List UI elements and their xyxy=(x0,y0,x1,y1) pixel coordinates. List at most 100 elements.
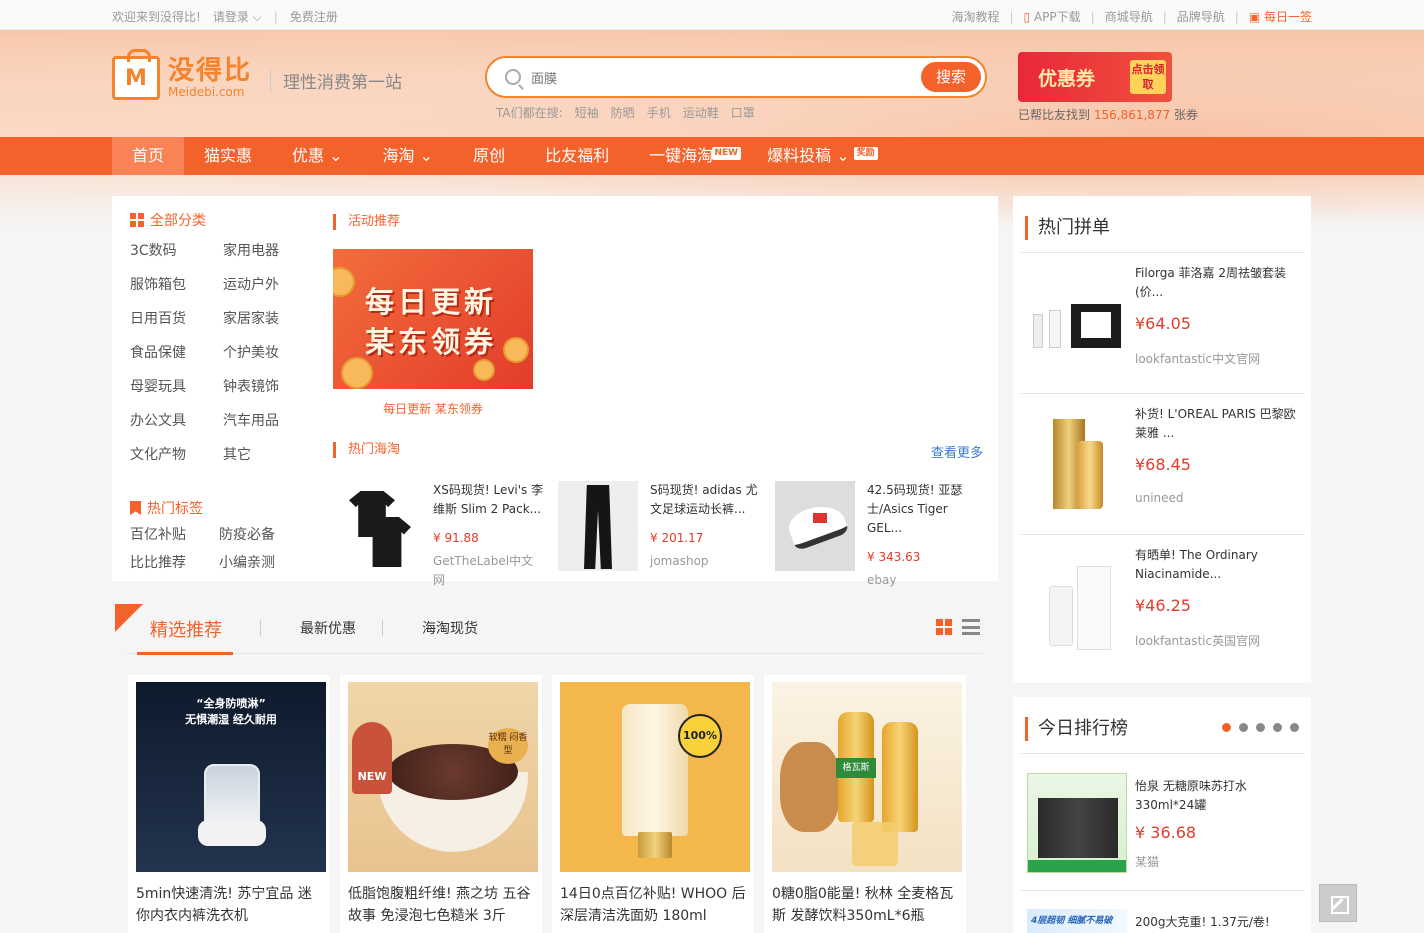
haitao-item[interactable]: 42.5码现货! 亚瑟士/Asics Tiger GEL... ¥ 343.63… xyxy=(767,481,984,587)
category-item[interactable]: 运动户外 xyxy=(223,274,310,294)
product-shop: jomashop xyxy=(650,554,709,568)
category-item[interactable]: 日用百货 xyxy=(130,308,223,328)
daily-signin-link[interactable]: ▣ 每日一签 xyxy=(1249,8,1312,25)
activity-caption[interactable]: 每日更新 某东领券 xyxy=(333,400,533,417)
hot-tag[interactable]: 百亿补贴 xyxy=(130,524,219,544)
nav-item-haitao[interactable]: 海淘 ⌄ xyxy=(363,137,454,175)
haitao-item[interactable]: XS码现货! Levi's 李维斯 Slim 2 Pack... ¥ 91.88… xyxy=(333,481,550,587)
hot-search-item[interactable]: 口罩 xyxy=(731,104,755,121)
site-logo[interactable]: M 没得比 Meidebi.com xyxy=(112,49,253,100)
category-item[interactable]: 汽车用品 xyxy=(223,410,310,430)
hot-search-item[interactable]: 短袖 xyxy=(575,104,599,121)
product-card[interactable]: 100% 14日0点百亿补贴! WHOO 后 深层清洁洗面奶 180ml xyxy=(552,675,754,933)
hot-search-item[interactable]: 防晒 xyxy=(611,104,635,121)
brand-nav-link[interactable]: 品牌导航 xyxy=(1177,8,1225,25)
haitao-item[interactable]: S码现货! adidas 尤文足球运动长裤... ¥ 201.17 jomash… xyxy=(550,481,767,571)
category-item[interactable]: 食品保健 xyxy=(130,342,223,362)
hot-tag[interactable]: 比比推荐 xyxy=(130,552,219,572)
nav-item-submit[interactable]: 爆料投稿 ⌄ 奖励 xyxy=(747,137,878,175)
category-item[interactable]: 家居家装 xyxy=(223,308,310,328)
hot-search-item[interactable]: 手机 xyxy=(647,104,671,121)
hot-group-item[interactable]: Filorga 菲洛嘉 2周祛皱套装 (价... ¥64.05 lookfant… xyxy=(1021,254,1305,394)
haitao-list: XS码现货! Levi's 李维斯 Slim 2 Pack... ¥ 91.88… xyxy=(333,481,984,587)
main-nav: 首页 猫实惠 优惠 ⌄ 海淘 ⌄ 原创 比友福利 一键海淘 NEW 爆料投稿 ⌄ 奖… xyxy=(0,137,1424,175)
category-list: 3C数码 家用电器 服饰箱包 运动户外 日用百货 家居家装 食品保健 个护美妆 … xyxy=(130,240,310,464)
category-item[interactable]: 母婴玩具 xyxy=(130,376,223,396)
product-shop: lookfantastic中文官网 xyxy=(1135,352,1261,366)
see-more-link[interactable]: 查看更多 xyxy=(931,442,983,461)
search-input[interactable] xyxy=(531,67,891,89)
ranking-item[interactable]: 怡泉 无糖原味苏打水330ml*24罐 ¥ 36.68 某猫 xyxy=(1021,767,1305,891)
coupon-banner[interactable]: 优惠券 点击领取 xyxy=(1018,52,1172,102)
grid-view-icon[interactable] xyxy=(936,619,952,635)
coin-icon xyxy=(333,267,355,297)
product-card[interactable]: NEW 软糯 闷香型 低脂饱腹粗纤维! 燕之坊 五谷故事 免浸泡七色糙米 3斤 xyxy=(340,675,542,933)
product-image xyxy=(1027,274,1127,374)
category-item[interactable]: 家用电器 xyxy=(223,240,310,260)
carousel-dot[interactable] xyxy=(1239,723,1248,732)
tab-featured[interactable]: 精选推荐 xyxy=(150,616,222,642)
carousel-dot[interactable] xyxy=(1290,723,1299,732)
hot-group-item[interactable]: 有晒单! The Ordinary Niacinamide... ¥46.25 … xyxy=(1021,536,1305,676)
search-box: 搜索 xyxy=(485,56,987,98)
nav-item-original[interactable]: 原创 xyxy=(453,137,525,175)
divider xyxy=(1021,252,1305,253)
app-download-link[interactable]: ▯ APP下载 xyxy=(1024,8,1081,25)
nav-item-deals[interactable]: 优惠 ⌄ xyxy=(272,137,363,175)
category-item[interactable]: 办公文具 xyxy=(130,410,223,430)
hot-tag[interactable]: 防疫必备 xyxy=(219,524,299,544)
product-image xyxy=(1027,556,1127,656)
nav-item-one-click-haitao[interactable]: 一键海淘 NEW xyxy=(629,137,742,175)
login-link[interactable]: 请登录 ⌵ xyxy=(213,8,262,25)
featured-tabs: 精选推荐 最新优惠 海淘现货 xyxy=(112,602,998,660)
register-link[interactable]: 免费注册 xyxy=(290,8,338,25)
guide-link[interactable]: 海淘教程 xyxy=(951,8,999,25)
coupon-claim-badge: 点击领取 xyxy=(1130,60,1166,94)
product-card[interactable]: “全身防喷淋” 无惧潮湿 经久耐用 5min快速清洗! 苏宁宜品 迷你内衣内裤洗衣… xyxy=(128,675,330,933)
nav-item-maoshihui[interactable]: 猫实惠 xyxy=(184,137,272,175)
product-price: ¥ 36.68 xyxy=(1135,823,1197,842)
corner-decoration xyxy=(115,604,143,632)
product-shop: 某猫 xyxy=(1135,855,1160,869)
product-card[interactable]: 格瓦斯 0糖0脂0能量! 秋林 全麦格瓦斯 发酵饮料350mL*6瓶 xyxy=(764,675,966,933)
logo-cn-text: 没得比 xyxy=(168,56,253,86)
product-title: 0糖0脂0能量! 秋林 全麦格瓦斯 发酵饮料350mL*6瓶 xyxy=(772,886,954,924)
nav-item-home[interactable]: 首页 xyxy=(112,137,185,175)
divider: | xyxy=(1090,9,1095,24)
list-view-icon[interactable] xyxy=(962,619,980,635)
coin-icon xyxy=(341,357,373,389)
mall-nav-link[interactable]: 商城导航 xyxy=(1105,8,1153,25)
tube-cap xyxy=(638,832,672,858)
tab-latest[interactable]: 最新优惠 xyxy=(300,618,356,638)
new-badge: NEW xyxy=(711,147,742,160)
activity-panel: 活动推荐 每日更新 某东领券 每日更新 某东领券 热门海淘 查看更多 XS码现货… xyxy=(318,196,998,587)
bookmark-icon xyxy=(130,501,141,515)
hot-group-item[interactable]: 补货! L'OREAL PARIS 巴黎欧莱雅 ... ¥68.45 unine… xyxy=(1021,395,1305,535)
category-item[interactable]: 服饰箱包 xyxy=(130,274,223,294)
carousel-dot[interactable] xyxy=(1222,723,1231,732)
carousel-dot[interactable] xyxy=(1273,723,1282,732)
search-button[interactable]: 搜索 xyxy=(921,62,981,92)
product-price: ¥46.25 xyxy=(1135,596,1191,615)
product-title: 5min快速清洗! 苏宁宜品 迷你内衣内裤洗衣机 xyxy=(136,886,312,924)
category-item[interactable]: 3C数码 xyxy=(130,240,223,260)
product-image xyxy=(341,481,421,571)
edit-icon[interactable] xyxy=(1319,884,1357,922)
carousel-dot[interactable] xyxy=(1256,723,1265,732)
tab-haitao-stock[interactable]: 海淘现货 xyxy=(422,618,478,638)
nav-item-welfare[interactable]: 比友福利 xyxy=(525,137,629,175)
category-item[interactable]: 个护美妆 xyxy=(223,342,310,362)
top-bar: 欢迎来到没得比! 请登录 ⌵ | 免费注册 海淘教程 | ▯ APP下载 | 商… xyxy=(0,0,1424,30)
product-title: 200g大克重! 1.37元/卷! xyxy=(1135,915,1270,929)
hot-tag[interactable]: 小编亲测 xyxy=(219,552,299,572)
sneaker-icon xyxy=(784,498,850,552)
divider: | xyxy=(273,9,278,24)
ranking-item[interactable]: 4层超韧 细腻不易破 200g大克重! 1.37元/卷! xyxy=(1021,905,1305,933)
category-item[interactable]: 钟表镜饰 xyxy=(223,376,310,396)
hot-search-item[interactable]: 运动鞋 xyxy=(683,104,719,121)
product-cards: “全身防喷淋” 无惧潮湿 经久耐用 5min快速清洗! 苏宁宜品 迷你内衣内裤洗衣… xyxy=(128,675,966,933)
activity-banner[interactable]: 每日更新 某东领券 xyxy=(333,249,533,389)
category-item[interactable]: 文化产物 xyxy=(130,444,223,464)
category-item[interactable]: 其它 xyxy=(223,444,310,464)
pants-icon xyxy=(584,485,612,569)
